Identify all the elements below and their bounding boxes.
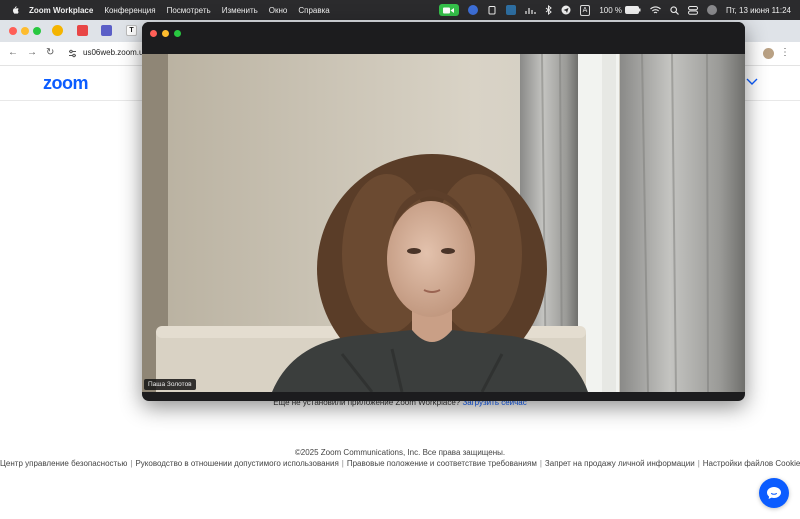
meeting-close-icon[interactable]	[150, 30, 157, 37]
menu-help[interactable]: Справка	[298, 6, 329, 15]
menu-view[interactable]: Посмотреть	[167, 6, 211, 15]
user-profile-icon[interactable]	[707, 5, 718, 15]
reload-icon[interactable]: ↻	[46, 47, 54, 58]
menu-edit[interactable]: Изменить	[222, 6, 258, 15]
footer-separator: |	[697, 459, 700, 468]
zoom-logo[interactable]: zoom	[43, 73, 89, 94]
battery-percent: 100 %	[599, 5, 623, 15]
bluetooth-icon[interactable]	[545, 5, 552, 15]
chat-icon	[767, 487, 781, 499]
tab-favicon-text[interactable]: T	[126, 25, 137, 36]
footer-separator: |	[341, 459, 344, 468]
zoom-camera-icon	[438, 4, 459, 16]
wifi-icon[interactable]	[650, 5, 661, 15]
back-icon[interactable]: ←	[8, 47, 18, 58]
video-feed-image	[142, 54, 745, 392]
tab-favicon-app[interactable]	[77, 25, 88, 36]
footer-link-acceptable-use[interactable]: Руководство в отношении допустимого испо…	[135, 459, 338, 468]
footer-link-cookie-settings[interactable]: Настройки файлов Cookie	[703, 459, 800, 468]
support-chat-button[interactable]	[759, 478, 789, 508]
address-bar[interactable]: us06web.zoom.u	[83, 48, 143, 57]
browser-minimize-icon[interactable]	[21, 27, 29, 35]
send-icon[interactable]	[561, 5, 571, 15]
menu-window[interactable]: Окно	[269, 6, 288, 15]
meeting-titlebar	[142, 22, 745, 54]
battery-status: 100 %	[599, 6, 641, 15]
footer-links: Центр управление безопасностью | Руководст…	[0, 459, 800, 468]
apple-menu-icon[interactable]	[10, 5, 20, 15]
footer-separator: |	[130, 459, 133, 468]
browser-maximize-icon[interactable]	[33, 27, 41, 35]
menu-bar: Zoom Workplace Конференция Посмотреть Из…	[0, 0, 800, 20]
tab-favicon-google[interactable]	[52, 25, 63, 36]
footer-link-legal[interactable]: Правовые положение и соответствие требов…	[347, 459, 537, 468]
control-center-icon[interactable]	[688, 5, 699, 15]
browser-close-icon[interactable]	[9, 27, 17, 35]
tab-favicon-teams[interactable]	[101, 25, 112, 36]
clock[interactable]: Пт, 13 июня 11:24	[726, 6, 791, 15]
participant-video[interactable]	[142, 54, 745, 392]
footer-link-trust-center[interactable]: Центр управление безопасностью	[0, 459, 127, 468]
site-settings-icon[interactable]	[68, 49, 77, 58]
meeting-minimize-icon[interactable]	[162, 30, 169, 37]
app-menu[interactable]: Zoom Workplace	[29, 6, 93, 15]
footer-separator: |	[539, 459, 542, 468]
zoom-meeting-window[interactable]: Паша Золотов	[142, 22, 745, 401]
clipboard-icon[interactable]	[487, 5, 497, 15]
profile-avatar[interactable]	[763, 48, 774, 59]
participant-name-tag: Паша Золотов	[144, 379, 196, 390]
spotlight-search-icon[interactable]	[670, 5, 679, 15]
footer-link-do-not-sell[interactable]: Запрет на продажу личной информации	[545, 459, 695, 468]
forward-icon[interactable]: →	[27, 47, 37, 58]
app-badge-icon[interactable]	[505, 5, 516, 15]
meeting-app-icon[interactable]	[467, 5, 478, 15]
meeting-maximize-icon[interactable]	[174, 30, 181, 37]
audio-levels-icon[interactable]	[525, 6, 536, 15]
copyright-text: ©2025 Zoom Communications, Inc. Все прав…	[294, 448, 506, 457]
zoom-status-item[interactable]	[438, 4, 459, 16]
language-chevron-icon[interactable]	[746, 78, 758, 86]
status-area: A 100 % Пт, 13 июня 11:24	[438, 0, 800, 20]
menu-conference[interactable]: Конференция	[104, 6, 155, 15]
browser-menu-icon[interactable]: ⋮	[780, 47, 790, 58]
input-source-indicator[interactable]: A	[579, 4, 591, 16]
battery-icon	[625, 6, 641, 14]
